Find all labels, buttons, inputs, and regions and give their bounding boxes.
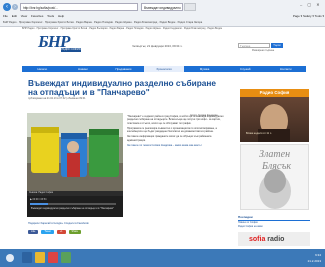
- menu-item[interactable]: Edit: [12, 14, 17, 18]
- menu-item[interactable]: Favorites: [31, 14, 43, 18]
- nav-item[interactable]: Начало: [22, 66, 63, 72]
- address-bar[interactable]: http://bnr.bg/sofia/post/...: [20, 3, 138, 11]
- article-paragraph: За повече информация гражданите могат да…: [127, 135, 212, 142]
- browser-tab-active[interactable]: Въвеждат индивидуално: [141, 3, 183, 11]
- system-tray[interactable]: 9:34 21.2.2013: [255, 252, 321, 264]
- promo-banner-header: Радио София: [240, 89, 309, 97]
- nav-item[interactable]: Новини: [63, 66, 104, 72]
- menu-item[interactable]: Help: [58, 14, 64, 18]
- search-input[interactable]: Търсене: [238, 43, 270, 48]
- menu-item[interactable]: File: [3, 14, 8, 18]
- article-signature[interactable]: За повече по темата Силвия Кацарова – ка…: [127, 144, 224, 147]
- favorites-bar[interactable]: БНР Радио · Програма Хоризонт · Програма…: [3, 20, 323, 25]
- sidebar-links[interactable]: Новини от София Радио София на живо: [238, 221, 310, 228]
- media-taskbar-icon[interactable]: [48, 252, 58, 263]
- current-datetime: Четвъртък, 21 февруари 2013, 09:34 ч.: [132, 44, 183, 48]
- browser-menu-bar: File Edit View Favorites Tools Help: [3, 13, 153, 19]
- social-share-button[interactable]: Tweet: [41, 230, 54, 234]
- advanced-search-link[interactable]: Разширено търсене: [252, 49, 274, 52]
- article-paragraph: Програмата се реализира съвместно с орга…: [127, 126, 217, 134]
- nav-item[interactable]: Контакти: [265, 66, 306, 72]
- article-paragraph: "Панчарево" е седмият район в град София…: [127, 115, 224, 125]
- site-logo-subtitle: РАДИО СОФИЯ: [61, 48, 81, 52]
- ie-taskbar-icon[interactable]: [22, 252, 32, 263]
- promo-banner-caption: Всяка неделя от 11 ч.: [246, 132, 272, 135]
- nav-item[interactable]: Хронология: [143, 66, 185, 72]
- radio-banner-word: radio: [267, 236, 285, 243]
- search-button[interactable]: Търси: [271, 43, 283, 48]
- start-button[interactable]: [6, 254, 14, 262]
- social-share-button[interactable]: Like: [28, 230, 39, 234]
- social-share-button[interactable]: Share: [68, 230, 81, 234]
- artist-banner-name-2: Блясък: [262, 161, 292, 172]
- nav-item[interactable]: Предавания: [103, 66, 144, 72]
- nav-item[interactable]: Музика: [184, 66, 225, 72]
- menu-item[interactable]: View: [21, 14, 27, 18]
- article-meta: публикувано на 21.02.13 в 07:32 | обнове…: [28, 97, 86, 100]
- main-navigation: Начало Новини Предавания Хронология Музика Сл…: [22, 66, 306, 72]
- social-share-button[interactable]: +1: [56, 230, 66, 234]
- artist-banner-name: Златен: [259, 149, 291, 160]
- new-tab-button[interactable]: [184, 3, 196, 11]
- menu-item[interactable]: Tools: [47, 14, 54, 18]
- nav-item[interactable]: Слушай: [225, 66, 266, 72]
- article-title: Въвеждат индивидуално разделно събиране …: [28, 78, 217, 97]
- explorer-taskbar-icon[interactable]: [35, 252, 45, 263]
- app-taskbar-icon[interactable]: [61, 252, 71, 263]
- audio-title: Въвеждат индивидуално разделно събиране …: [31, 207, 114, 210]
- article-photo: [27, 113, 123, 191]
- back-button[interactable]: ‹: [3, 3, 11, 11]
- radio-banner-logo: sofia radio: [249, 236, 284, 243]
- audio-play-button[interactable]: ▶ 00:00 / 03:54: [30, 198, 46, 201]
- social-buttons: Like Tweet +1 Share: [28, 229, 224, 235]
- clock-date: 21.2.2013: [307, 259, 321, 263]
- window-controls[interactable]: ‒ ▢ ✕: [300, 2, 322, 7]
- radio-banner-accent: sofia: [249, 236, 266, 243]
- audio-progress-fill: [30, 203, 48, 205]
- forward-button[interactable]: ›: [12, 4, 18, 10]
- command-bar[interactable]: Page ▾ Safety ▾ Tools ▾: [232, 13, 324, 19]
- article-body: "Панчарево" е седмият район в град София…: [127, 115, 224, 149]
- article-share-links[interactable]: Подкрепи Харесай в Google+ Сподели в Fac…: [28, 222, 89, 225]
- site-network-bar[interactable]: БНР Радио · Програма Хоризонт · Програма…: [22, 27, 307, 31]
